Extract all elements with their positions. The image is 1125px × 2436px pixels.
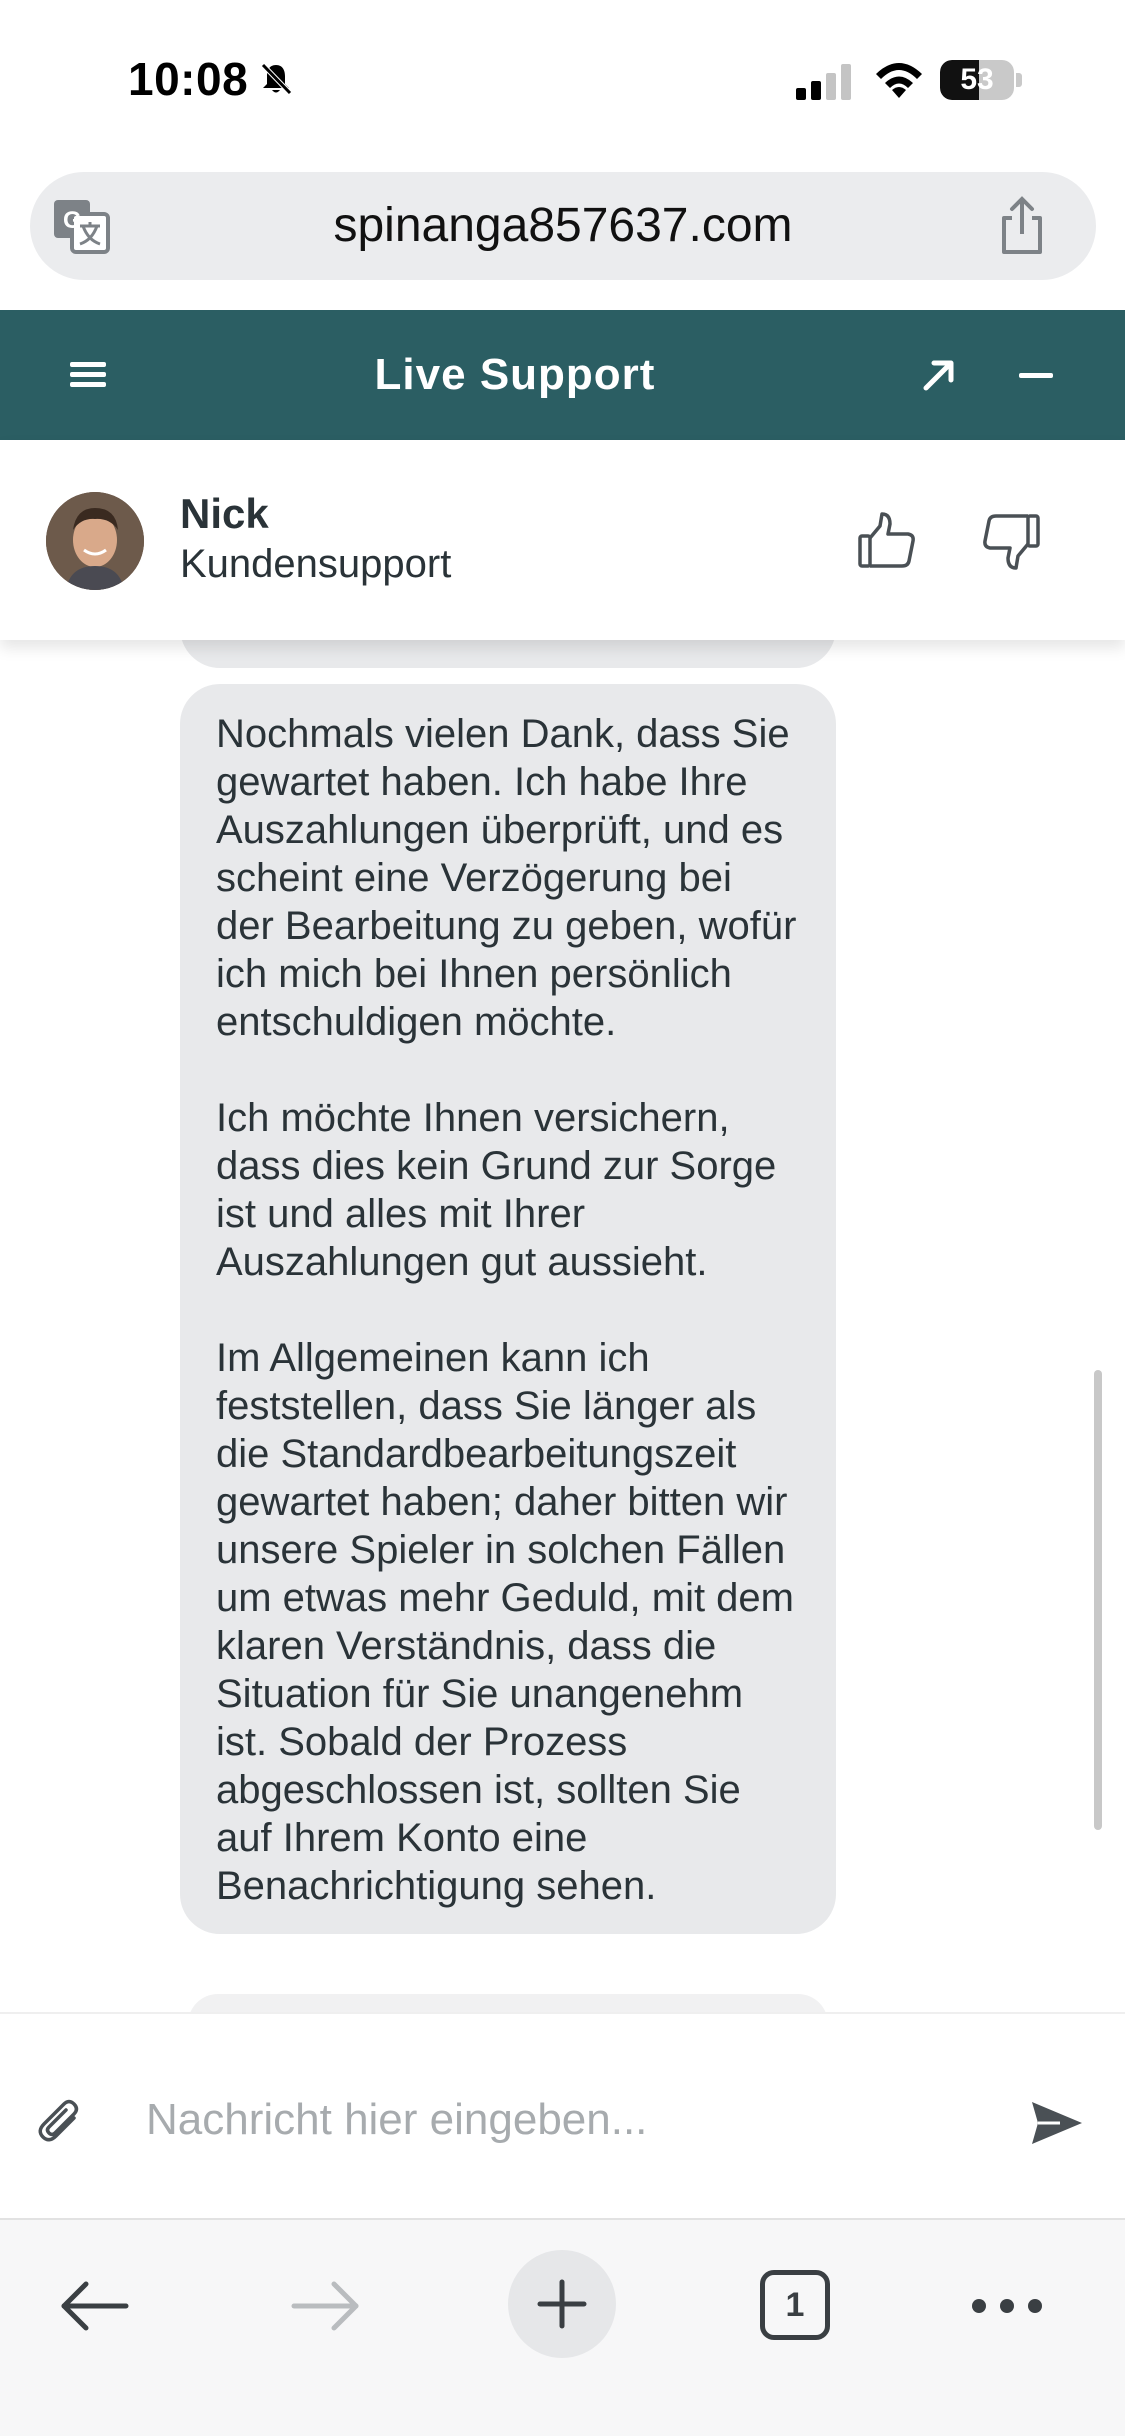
agent-message-bubble: Nochmals vielen Dank, dass Sie gewartet … <box>180 684 836 1934</box>
browser-toolbar: 1 <box>0 2218 1125 2436</box>
message-input[interactable] <box>146 2078 996 2162</box>
status-bar: 10:08 53 <box>0 0 1125 160</box>
more-icon[interactable] <box>970 2296 1044 2316</box>
paperclip-icon[interactable] <box>36 2096 84 2148</box>
thumbs-up-icon[interactable] <box>856 510 918 572</box>
scrollbar[interactable] <box>1094 1370 1102 1830</box>
tabs-button[interactable]: 1 <box>760 2270 830 2340</box>
thumbs-down-icon[interactable] <box>980 510 1042 572</box>
forward-icon[interactable] <box>290 2280 362 2332</box>
avatar <box>46 492 144 590</box>
minimize-icon[interactable] <box>1016 354 1056 396</box>
bell-slash-icon <box>261 63 292 95</box>
wifi-icon <box>876 63 922 98</box>
status-time: 10:08 <box>128 52 296 106</box>
next-message-bubble <box>188 1994 828 2012</box>
address-bar[interactable]: spinanga857637.com G <box>30 172 1096 280</box>
translate-icon[interactable]: G <box>50 194 114 258</box>
messages-area[interactable]: Nochmals vielen Dank, dass Sie gewartet … <box>0 600 1125 2012</box>
new-tab-button[interactable] <box>508 2250 616 2358</box>
agent-info-bar: Nick Kundensupport <box>0 440 1125 640</box>
expand-icon[interactable] <box>918 354 960 396</box>
signal-icon <box>796 64 851 100</box>
chat-title: Live Support <box>374 350 656 399</box>
chat-header: Live Support <box>0 310 1125 440</box>
send-icon[interactable] <box>1030 2098 1084 2148</box>
battery-level: 53 <box>960 63 994 96</box>
agent-role: Kundensupport <box>180 542 452 586</box>
url-text[interactable]: spinanga857637.com <box>30 172 1096 280</box>
plus-icon <box>537 2279 587 2329</box>
back-icon[interactable] <box>58 2280 130 2332</box>
message-composer <box>0 2012 1125 2218</box>
agent-name: Nick <box>180 490 269 537</box>
svg-text:G: G <box>63 207 82 234</box>
clock: 10:08 <box>128 53 249 105</box>
share-icon[interactable] <box>990 194 1054 258</box>
battery-icon: 53 <box>940 60 1022 100</box>
